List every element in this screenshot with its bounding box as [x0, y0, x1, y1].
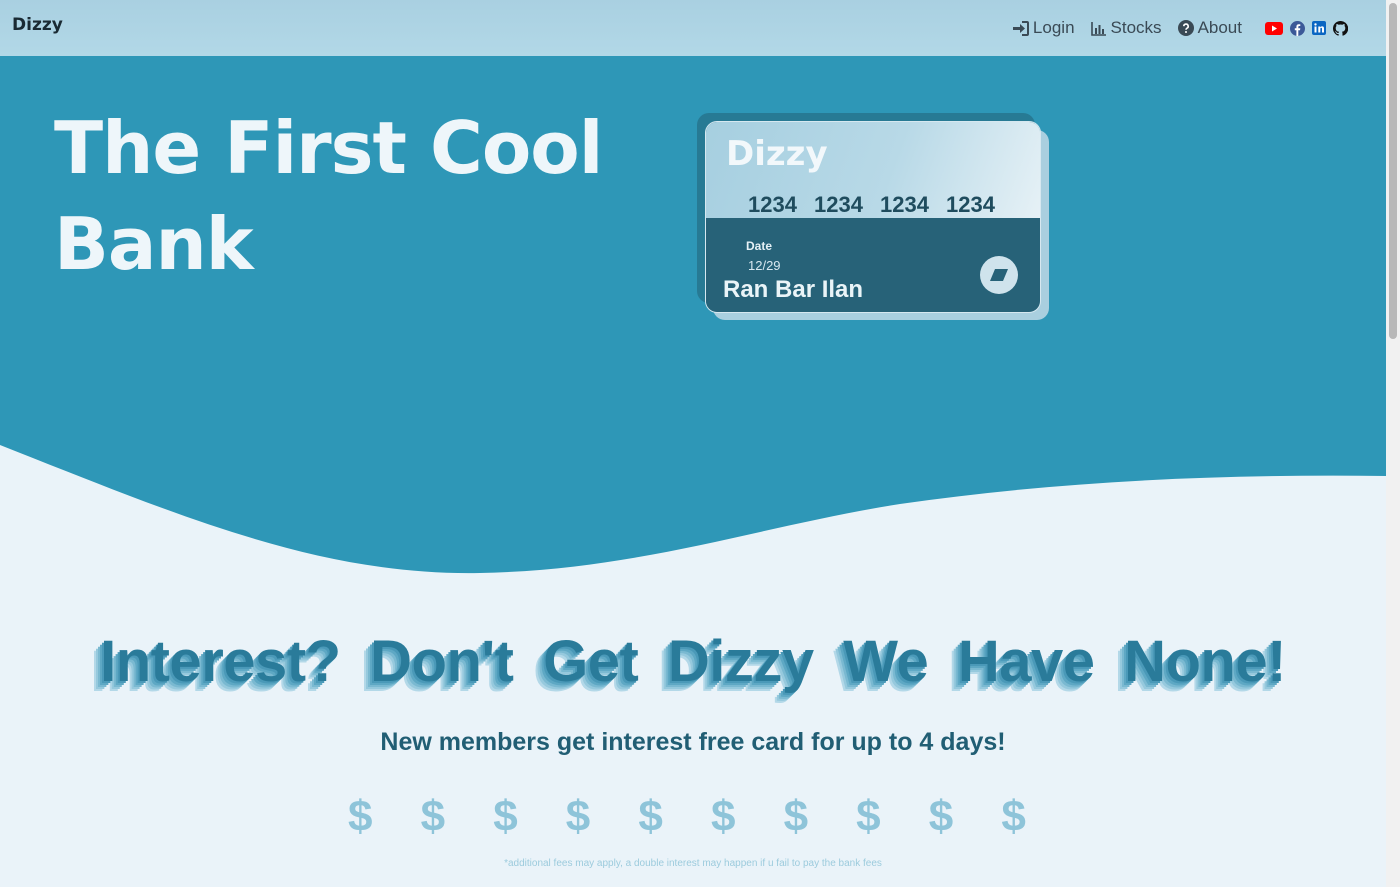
linkedin-icon[interactable]	[1312, 21, 1326, 35]
youtube-icon[interactable]	[1265, 21, 1283, 35]
dollar-sign: $	[928, 792, 954, 841]
bar-chart-icon	[1090, 21, 1106, 36]
sign-in-icon	[1012, 20, 1029, 36]
card-number-group-2: 1234	[814, 192, 863, 217]
scrollbar-thumb[interactable]	[1389, 3, 1397, 339]
nav-login-label: Login	[1032, 18, 1075, 37]
nav-stocks-link[interactable]: Stocks	[1090, 18, 1162, 38]
credit-card: Dizzy 1234 1234 1234 1234 Date 12/29 Ran…	[705, 121, 1041, 313]
dollar-signs: $ $ $ $ $ $ $ $ $ $	[348, 792, 1074, 842]
dollar-sign: $	[1001, 792, 1026, 841]
subline: New members get interest free card for u…	[380, 728, 1006, 756]
hero-title: The First Cool Bank	[54, 100, 634, 292]
dollar-sign: $	[710, 792, 736, 841]
card-date: 12/29	[748, 258, 781, 273]
card-brand: Dizzy	[726, 134, 828, 174]
card-chip-icon	[980, 256, 1018, 294]
nav-about-label: About	[1197, 18, 1242, 37]
dollar-sign: $	[856, 792, 881, 841]
dollar-sign: $	[638, 792, 663, 841]
card-date-label: Date	[746, 239, 773, 253]
hero-section: The First Cool Bank	[0, 56, 1386, 628]
dollar-sign: $	[783, 792, 809, 841]
hero-title-line2: Bank	[54, 202, 254, 286]
github-icon[interactable]	[1333, 20, 1348, 36]
vertical-scrollbar[interactable]	[1386, 0, 1400, 887]
facebook-icon[interactable]	[1290, 20, 1305, 36]
dollar-sign: $	[420, 792, 446, 841]
disclaimer: *additional fees may apply, a double int…	[504, 858, 882, 869]
social-links	[1258, 20, 1348, 36]
nav-stocks-label: Stocks	[1110, 18, 1162, 37]
brand-logo[interactable]: Dizzy	[12, 15, 63, 35]
navbar: Dizzy Login Stocks About	[0, 0, 1386, 56]
headline: Interest? Don't Get Dizzy We Have None!	[100, 629, 1286, 694]
dollar-sign: $	[565, 792, 591, 841]
nav-login-link[interactable]: Login	[1012, 18, 1075, 38]
question-circle-icon	[1177, 20, 1194, 36]
card-number-group-4: 1234	[946, 192, 995, 217]
card-number-group-3: 1234	[880, 192, 929, 217]
nav-items: Login Stocks About	[996, 0, 1348, 56]
dollar-sign: $	[348, 792, 373, 841]
hero-title-line1: The First Cool	[54, 106, 603, 190]
card-number-group-1: 1234	[748, 192, 797, 217]
dollar-sign: $	[493, 792, 518, 841]
card-holder-name: Ran Bar Ilan	[723, 276, 864, 303]
nav-about-link[interactable]: About	[1177, 18, 1242, 38]
